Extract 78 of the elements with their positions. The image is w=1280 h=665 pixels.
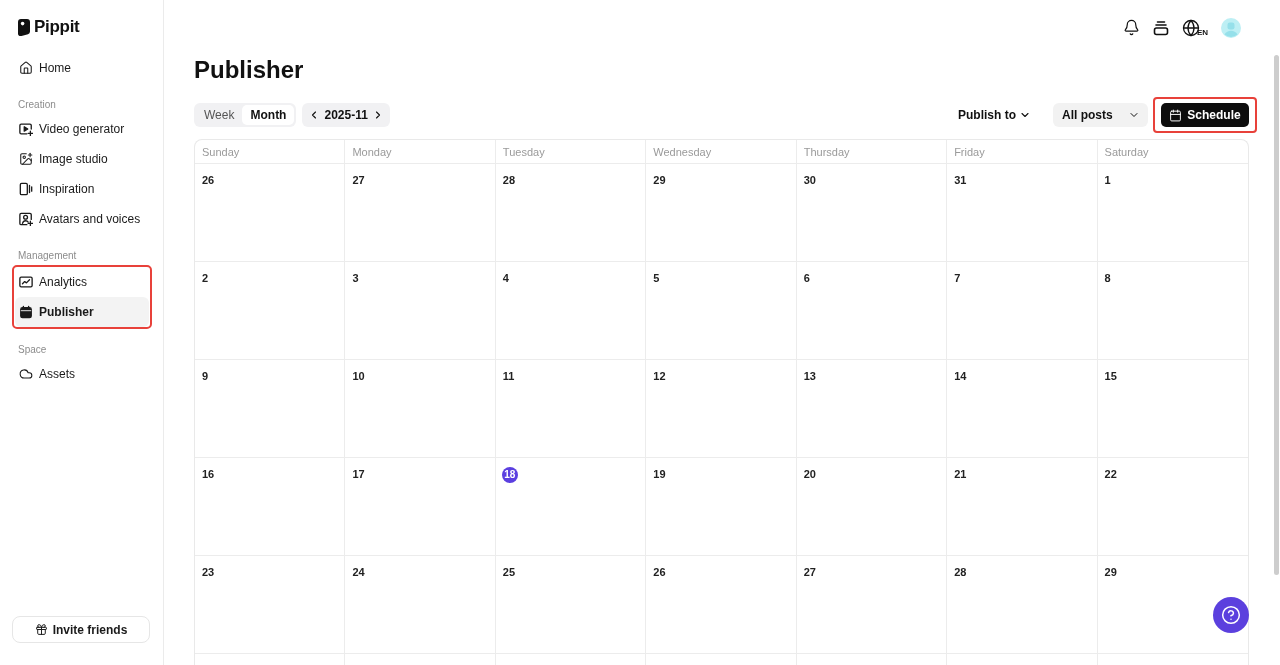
day-number: 5 [653,271,660,285]
day-number: 6 [803,271,810,285]
nav-item[interactable]: Analytics [15,267,149,297]
nav-item[interactable]: Avatars and voices [15,204,149,234]
day-number: 11 [502,369,515,383]
day-number: 31 [954,173,967,187]
day-number: 8 [1104,271,1111,285]
day-number: 3 [352,271,359,285]
house-icon [19,61,33,75]
video-plus-icon [19,122,33,136]
weekday-header: Wednesday [646,140,797,164]
month-label: 2025-11 [324,108,368,122]
help-icon [1221,605,1241,625]
day-number: 18 [501,467,518,483]
day-number: 27 [352,173,365,187]
day-number: 9 [202,369,209,383]
day-number: 10 [352,369,365,383]
day-number: 23 [202,565,215,579]
day-number: 7 [954,271,961,285]
day-number: 22 [1104,467,1117,481]
nav-item[interactable]: Image studio [15,144,149,174]
day-number: 19 [653,467,666,481]
day-number: 15 [1104,369,1117,383]
schedule-button[interactable]: Schedule [1161,103,1249,127]
logo-text: Pippit [34,17,80,37]
weekday-header: Saturday [1097,140,1248,164]
view-tab[interactable]: Week [196,105,243,125]
logo-icon [18,18,30,36]
day-number: 14 [954,369,967,383]
posts-filter-dropdown[interactable]: All posts [1053,103,1148,127]
day-number: 4 [502,271,509,285]
help-button[interactable] [1213,597,1249,633]
nav-item[interactable]: Assets [15,359,149,389]
nav-item[interactable]: Video generator [15,114,149,144]
day-number: 12 [653,369,666,383]
section-label: Space [17,343,48,357]
weekday-header: Tuesday [495,140,647,164]
publish-to-dropdown[interactable]: Publish to [958,108,1031,122]
nav-item[interactable]: Inspiration [15,174,149,204]
language-button[interactable]: EN [1181,18,1208,37]
section-label: Management [17,249,78,263]
weekday-header: Friday [947,140,1098,164]
day-number: 28 [502,173,516,187]
day-number: 2 [202,271,209,285]
day-number: 24 [352,565,365,579]
invite-friends-button[interactable]: Invite friends [12,616,150,643]
day-number: 28 [954,565,967,579]
scrollbar-thumb[interactable] [1274,55,1279,575]
nav-item[interactable]: Publisher [15,297,149,327]
section-label: Creation [17,98,57,112]
stack-icon[interactable] [1152,19,1169,36]
day-number: 1 [1104,173,1111,187]
day-number: 13 [803,369,816,383]
day-number: 27 [803,565,816,579]
day-number: 30 [803,173,816,187]
page-title: Publisher [194,55,305,85]
image-plus-icon [19,152,33,166]
weekday-header: Thursday [796,140,948,164]
nav-item[interactable]: Home [15,53,149,83]
day-number: 29 [1104,565,1117,579]
bell-icon[interactable] [1122,19,1140,36]
day-number: 16 [202,467,215,481]
day-number: 26 [653,565,666,579]
cloud-icon [19,367,33,381]
calendar-icon [19,305,33,319]
weekday-header: Monday [345,140,496,164]
gift-icon [34,623,48,636]
day-number: 25 [502,565,516,579]
view-tab[interactable]: Month [242,105,295,125]
day-number: 26 [202,173,215,187]
panel-bars-icon [19,182,33,196]
day-number: 29 [653,173,666,187]
day-number: 20 [803,467,816,481]
user-square-plus-icon [19,212,33,226]
day-number: 21 [954,467,967,481]
day-number: 17 [352,467,365,481]
weekday-header: Sunday [195,140,346,164]
calendar-icon [1169,108,1183,122]
